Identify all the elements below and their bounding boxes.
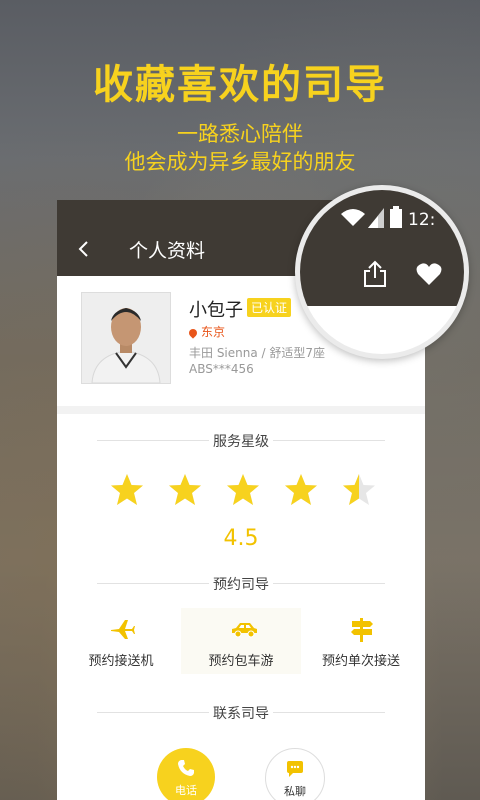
car-type: 舒适型7座 bbox=[269, 346, 326, 360]
car-info: 丰田 Sienna / 舒适型7座 bbox=[189, 344, 325, 361]
star-icon bbox=[225, 472, 261, 508]
chat-label: 私聊 bbox=[284, 785, 306, 798]
star-icon bbox=[167, 472, 203, 508]
car-icon bbox=[229, 618, 257, 640]
promo-subtitle-2: 他会成为异乡最好的朋友 bbox=[124, 150, 356, 174]
star-icon bbox=[109, 472, 145, 508]
star-icon bbox=[283, 472, 319, 508]
divider-line bbox=[273, 440, 385, 441]
book-label: 预约单次接送 bbox=[321, 654, 400, 669]
location-pin-icon bbox=[187, 326, 199, 339]
divider-line bbox=[273, 583, 385, 584]
car-model: 丰田 Sienna bbox=[189, 346, 258, 360]
status-time: 12: bbox=[408, 210, 436, 230]
share-icon[interactable] bbox=[362, 260, 388, 288]
book-label: 预约包车游 bbox=[208, 654, 274, 669]
page-title: 个人资料 bbox=[129, 240, 206, 262]
divider-line bbox=[273, 712, 385, 713]
phone-icon bbox=[178, 760, 194, 776]
promo-headline: 收藏喜欢的司导 bbox=[93, 62, 387, 108]
wifi-icon bbox=[341, 209, 365, 226]
book-airport-transfer-button[interactable]: 预约接送机 bbox=[61, 608, 181, 674]
chat-button[interactable]: 私聊 bbox=[265, 748, 325, 800]
call-label: 电话 bbox=[175, 784, 197, 797]
contact-title: 联系司导 bbox=[213, 706, 269, 722]
chat-bubble-icon bbox=[287, 761, 303, 777]
booking-options: 预约接送机 预约包车游 预约单次接送 bbox=[57, 608, 425, 678]
back-icon[interactable] bbox=[69, 234, 99, 264]
star-half-icon bbox=[341, 472, 377, 508]
book-single-transfer-button[interactable]: 预约单次接送 bbox=[301, 608, 421, 674]
booking-title: 预约司导 bbox=[213, 577, 269, 593]
location: 东京 bbox=[187, 323, 226, 340]
plane-icon bbox=[109, 618, 135, 640]
magnifier-callout: 12: bbox=[295, 185, 469, 359]
guide-name: 小包子 bbox=[189, 300, 243, 321]
location-label: 东京 bbox=[201, 325, 226, 339]
verified-badge: 已认证 bbox=[247, 298, 292, 317]
service-title: 服务星级 bbox=[213, 434, 269, 450]
star-rating bbox=[109, 472, 377, 508]
signal-icon bbox=[368, 208, 384, 228]
signpost-icon bbox=[349, 618, 375, 642]
rating-value: 4.5 bbox=[223, 526, 259, 551]
call-button[interactable]: 电话 bbox=[157, 748, 215, 800]
avatar[interactable] bbox=[81, 292, 171, 384]
divider bbox=[57, 406, 425, 414]
promo-subtitle-1: 一路悉心陪伴 bbox=[177, 122, 303, 146]
book-charter-button[interactable]: 预约包车游 bbox=[181, 608, 301, 674]
plate-number: ABS***456 bbox=[189, 362, 254, 376]
zoomed-toolbar: 12: bbox=[300, 190, 464, 306]
battery-icon bbox=[390, 206, 402, 228]
car-separator: / bbox=[261, 346, 266, 360]
heart-icon[interactable] bbox=[416, 262, 442, 286]
book-label: 预约接送机 bbox=[88, 654, 154, 669]
